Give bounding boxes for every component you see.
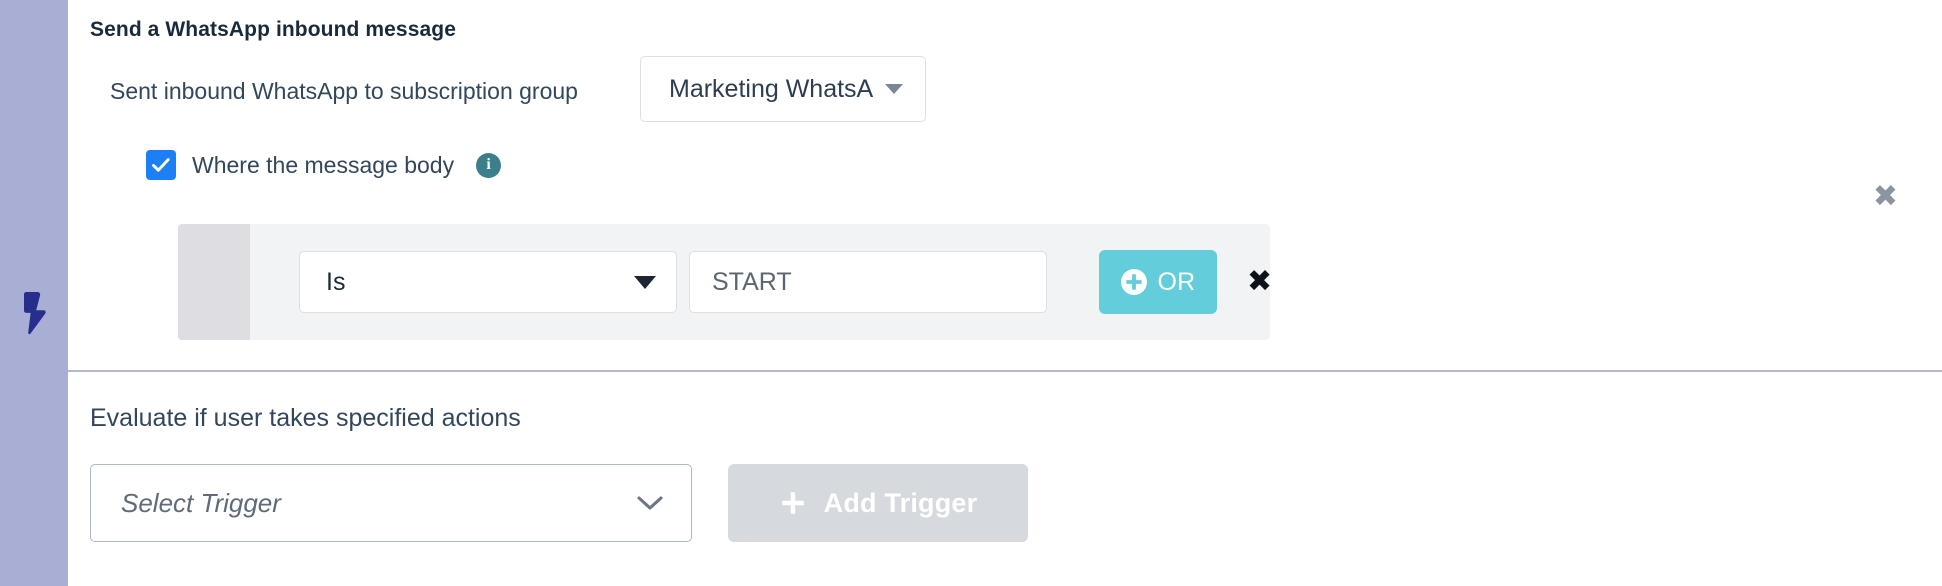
condition-value-input[interactable] xyxy=(689,251,1047,313)
select-trigger-dropdown[interactable]: Select Trigger xyxy=(90,464,692,542)
actions-section-title: Evaluate if user takes specified actions xyxy=(90,404,521,432)
section-title: Send a WhatsApp inbound message xyxy=(90,18,456,41)
condition-operator-select[interactable]: Is xyxy=(299,251,677,313)
where-message-body-label: Where the message body xyxy=(192,151,455,178)
add-trigger-label: Add Trigger xyxy=(823,487,978,518)
condition-row: Is OR ✖ xyxy=(250,224,1270,340)
actions-section: Evaluate if user takes specified actions… xyxy=(68,372,1942,584)
add-or-condition-button[interactable]: OR xyxy=(1099,250,1217,314)
plus-icon xyxy=(781,492,804,514)
condition-drag-handle[interactable] xyxy=(178,224,250,340)
remove-filter-group-icon[interactable]: ✖ xyxy=(1873,182,1898,212)
subscription-row: Sent inbound WhatsApp to subscription gr… xyxy=(90,56,1890,130)
where-message-body-checkbox[interactable] xyxy=(146,150,176,180)
select-trigger-placeholder: Select Trigger xyxy=(121,487,281,518)
info-icon[interactable]: i xyxy=(476,152,502,178)
content-pane: Send a WhatsApp inbound message Sent inb… xyxy=(68,0,1942,586)
condition-operator-value: Is xyxy=(326,267,346,296)
remove-condition-icon[interactable]: ✖ xyxy=(1247,267,1270,297)
caret-down-icon xyxy=(885,84,903,94)
chevron-down-icon xyxy=(637,496,663,510)
subscription-label: Sent inbound WhatsApp to subscription gr… xyxy=(110,78,578,104)
subscription-group-value: Marketing WhatsA... xyxy=(669,74,873,103)
trigger-definition-section: Send a WhatsApp inbound message Sent inb… xyxy=(68,0,1942,372)
condition-group-panel: Is OR ✖ xyxy=(178,224,1270,340)
lightning-bolt-icon xyxy=(24,292,46,335)
add-trigger-button[interactable]: Add Trigger xyxy=(728,464,1028,542)
message-body-filter-row: Where the message body i xyxy=(146,148,502,182)
left-accent-rail xyxy=(0,0,68,586)
checkmark-icon xyxy=(152,158,170,172)
subscription-group-select[interactable]: Marketing WhatsA... xyxy=(640,56,926,122)
plus-circle-icon xyxy=(1121,269,1148,295)
or-button-label: OR xyxy=(1157,267,1196,296)
caret-down-icon xyxy=(634,275,656,289)
